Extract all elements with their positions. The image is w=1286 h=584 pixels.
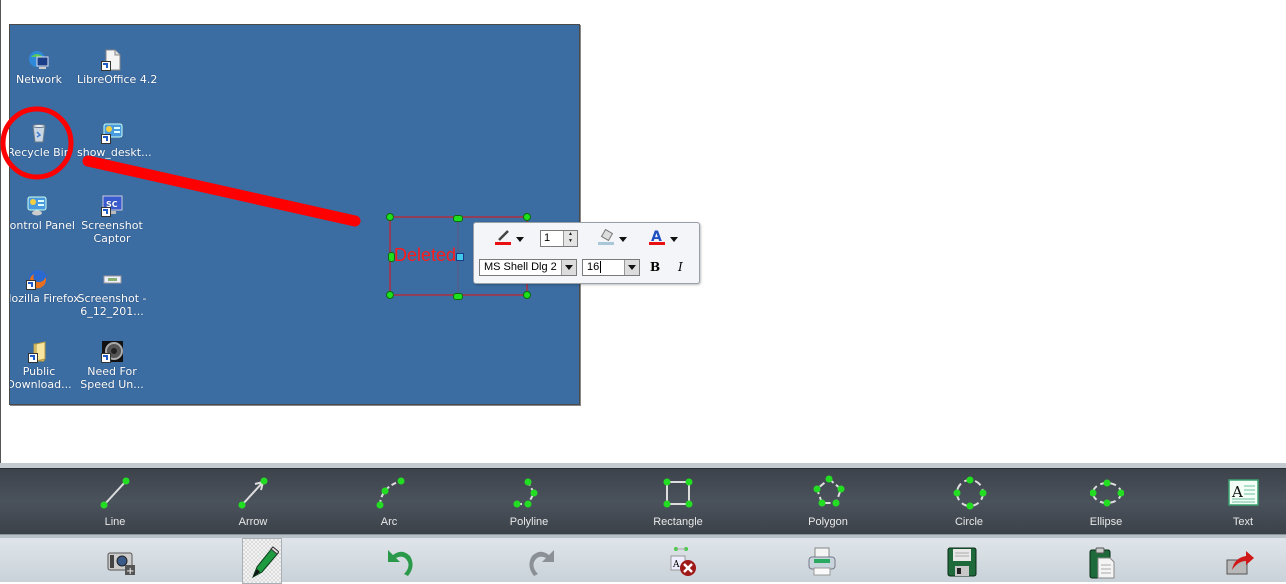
undo-button[interactable]: [380, 542, 418, 582]
pen-icon: [252, 546, 279, 579]
camera-add-icon: +: [107, 552, 135, 577]
polyline-tool-icon: [513, 478, 538, 508]
svg-text:A: A: [672, 560, 680, 570]
font-size-value: 16: [587, 261, 600, 273]
resize-handle-top[interactable]: [453, 215, 463, 222]
line-tool-icon: [100, 477, 130, 509]
fill-bucket-icon: [597, 228, 615, 250]
action-toolbar: + A: [0, 538, 1286, 584]
redo-button[interactable]: [522, 542, 560, 582]
font-size-select[interactable]: 16: [582, 259, 640, 276]
polygon-tool-icon: [813, 475, 845, 507]
capture-button[interactable]: +: [102, 542, 140, 582]
resize-handle-top-right[interactable]: [523, 213, 531, 221]
resize-handle-bottom[interactable]: [453, 293, 463, 300]
pen-color-icon: [494, 228, 512, 250]
circle-tool-icon: [953, 476, 987, 510]
tool-line[interactable]: Line: [70, 469, 160, 535]
print-button[interactable]: [802, 542, 840, 582]
tool-arrow[interactable]: Arrow: [208, 469, 298, 535]
share-button[interactable]: [1220, 542, 1258, 582]
font-color-button[interactable]: A: [648, 229, 678, 249]
tool-text[interactable]: A Text: [1198, 469, 1286, 535]
arrow-annotation[interactable]: [82, 155, 361, 227]
font-name-value: MS Shell Dlg 2: [484, 261, 557, 273]
tool-arc[interactable]: Arc: [344, 469, 434, 535]
delete-annotation-icon: A: [670, 547, 696, 576]
redo-icon: [529, 550, 554, 576]
chevron-down-icon: [670, 236, 678, 242]
draw-button[interactable]: [242, 538, 282, 584]
spin-down-button[interactable]: ▼: [564, 238, 577, 245]
save-button[interactable]: [942, 542, 980, 582]
copy-to-clipboard-button[interactable]: [1082, 542, 1120, 582]
annotation-layer: Deleted 1 ▲ ▼ A MS Shell Dlg 2 16 B I: [0, 0, 1286, 466]
text-annotation[interactable]: Deleted: [394, 245, 456, 266]
fill-color-button[interactable]: [597, 228, 627, 250]
tool-polygon[interactable]: Polygon: [783, 469, 873, 535]
dropdown-arrow-icon[interactable]: [561, 260, 576, 275]
bold-button[interactable]: B: [650, 260, 660, 274]
font-color-icon: A: [648, 228, 666, 250]
tool-rectangle[interactable]: Rectangle: [633, 469, 723, 535]
italic-button[interactable]: I: [678, 260, 683, 274]
printer-icon: [808, 547, 836, 576]
line-color-button[interactable]: [494, 229, 524, 249]
text-caret-handle[interactable]: [456, 253, 464, 261]
svg-text:+: +: [126, 566, 134, 577]
text-format-toolbar: 1 ▲ ▼ A MS Shell Dlg 2 16 B I: [473, 222, 700, 284]
clipboard-icon: [1089, 547, 1115, 579]
chevron-down-icon: [516, 236, 524, 242]
resize-handle-top-left[interactable]: [386, 213, 394, 221]
line-width-value: 1: [544, 232, 551, 244]
arc-tool-icon: [376, 477, 405, 509]
floppy-disk-icon: [947, 547, 977, 577]
dropdown-arrow-icon[interactable]: [624, 260, 639, 275]
shape-tools-bar: Line Arrow Arc Polyline Rectangle Polygo…: [0, 468, 1286, 535]
ellipse-tool-icon: [1090, 479, 1124, 507]
tool-ellipse[interactable]: Ellipse: [1061, 469, 1151, 535]
svg-text:A: A: [1231, 483, 1243, 501]
resize-handle-left[interactable]: [388, 252, 395, 262]
line-width-spinner[interactable]: 1 ▲ ▼: [540, 230, 578, 247]
resize-handle-bottom-left[interactable]: [386, 291, 394, 299]
text-tool-icon: A: [1228, 479, 1259, 506]
arrow-tool-icon: [238, 477, 268, 509]
rectangle-tool-icon: [663, 478, 693, 508]
chevron-down-icon: [619, 236, 627, 242]
tool-circle[interactable]: Circle: [924, 469, 1014, 535]
share-icon: [1226, 551, 1254, 575]
undo-icon: [388, 550, 413, 576]
spin-up-button[interactable]: ▲: [564, 231, 577, 238]
highlight-circle-annotation[interactable]: [0, 106, 74, 180]
resize-handle-bottom-right[interactable]: [523, 291, 531, 299]
delete-annotation-button[interactable]: A: [664, 542, 702, 582]
font-name-select[interactable]: MS Shell Dlg 2: [479, 259, 577, 276]
tool-polyline[interactable]: Polyline: [484, 469, 574, 535]
